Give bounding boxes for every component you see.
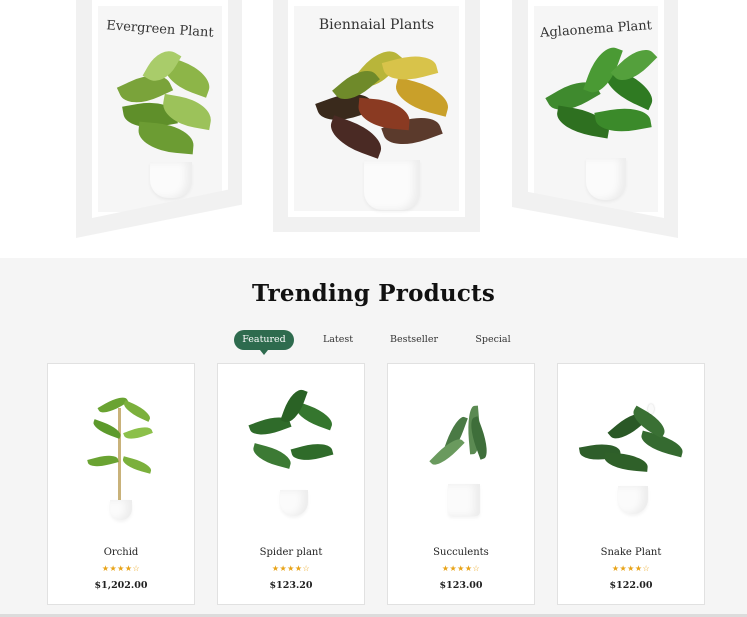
product-card[interactable]: Snake Plant ★★★★☆ $122.00 (557, 363, 705, 605)
rating-stars: ★★★★☆ (611, 564, 651, 573)
rating-stars: ★★★★☆ (101, 564, 141, 573)
product-name[interactable]: Orchid (48, 547, 194, 558)
rating-stars: ★★★★☆ (271, 564, 311, 573)
product-price: $123.20 (269, 580, 313, 591)
category-title: Biennaial Plants (318, 17, 435, 33)
tab-special[interactable]: Special (470, 330, 516, 350)
product-card[interactable]: Spider plant ★★★★☆ $123.20 (217, 363, 365, 605)
product-name[interactable]: Spider plant (218, 547, 364, 558)
aglaonema-plant-image (542, 41, 662, 204)
product-price: $123.00 (439, 580, 483, 591)
rating-stars: ★★★★☆ (441, 564, 481, 573)
product-name[interactable]: Succulents (388, 547, 534, 558)
product-name[interactable]: Snake Plant (558, 547, 704, 558)
category-carousel: Evergreen Plant Biennaial Plants Aglaone… (0, 0, 747, 258)
product-price: $122.00 (609, 580, 653, 591)
succulent-product-image (428, 402, 498, 520)
croton-plant-image (314, 42, 454, 214)
product-card[interactable]: Orchid ★★★★☆ $1,202.00 (47, 363, 195, 605)
product-grid: Orchid ★★★★☆ $1,202.00 Spider plant ★★★★… (0, 363, 747, 606)
tab-bestseller[interactable]: Bestseller (386, 330, 442, 350)
category-card-aglaonema[interactable]: Aglaonema Plant (512, 0, 678, 238)
product-tabs: Featured Latest Bestseller Special (0, 330, 747, 355)
section-title: Trending Products (251, 280, 496, 307)
snake-plant-product-image (578, 404, 686, 520)
category-card-frame: Biennaial Plants (288, 0, 465, 217)
category-card-evergreen[interactable]: Evergreen Plant (76, 0, 242, 238)
product-price: $1,202.00 (94, 580, 148, 591)
category-card-frame: Aglaonema Plant (528, 0, 664, 218)
tab-featured[interactable]: Featured (234, 330, 294, 355)
category-card-frame: Evergreen Plant (92, 0, 228, 218)
evergreen-plant-image (112, 44, 222, 204)
category-title: Evergreen Plant (105, 18, 215, 41)
category-card-biennial[interactable]: Biennaial Plants (273, 0, 480, 232)
spider-plant-product-image (246, 386, 338, 520)
trending-products-section: Trending Products Featured Latest Bestse… (0, 258, 747, 617)
orchid-product-image (87, 393, 158, 520)
category-title: Aglaonema Plant (539, 18, 653, 41)
tab-latest[interactable]: Latest (315, 330, 361, 350)
product-card[interactable]: Succulents ★★★★☆ $123.00 (387, 363, 535, 605)
